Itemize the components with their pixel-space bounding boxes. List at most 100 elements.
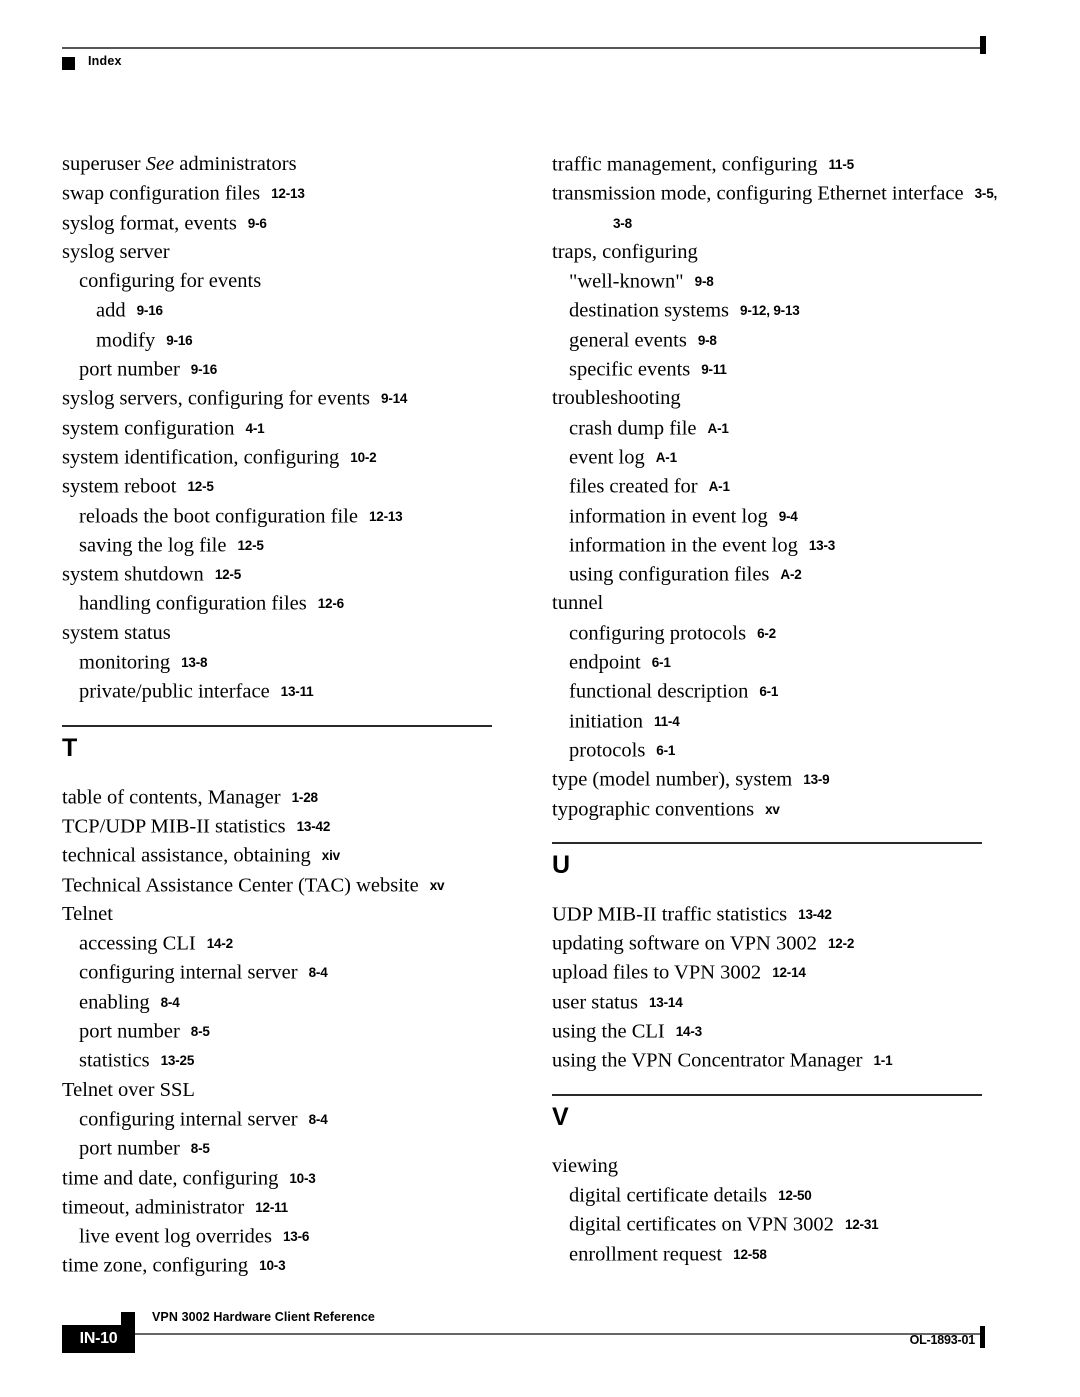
index-entry[interactable]: reloads the boot configuration file 12-13: [62, 502, 494, 531]
index-entry[interactable]: files created for A-1: [552, 472, 984, 501]
index-entry[interactable]: configuring protocols 6-2: [552, 619, 984, 648]
index-entry[interactable]: traffic management, configuring 11-5: [552, 150, 984, 179]
index-entry-page-reference[interactable]: 13-42: [798, 907, 832, 922]
index-entry-page-reference[interactable]: 9-14: [381, 391, 407, 406]
index-entry-page-reference[interactable]: 12-5: [187, 479, 213, 494]
index-entry-page-reference[interactable]: 9-11: [701, 362, 727, 377]
index-entry[interactable]: TCP/UDP MIB-II statistics 13-42: [62, 812, 494, 841]
index-entry[interactable]: using configuration files A-2: [552, 560, 984, 589]
index-entry-page-reference[interactable]: 1-1: [873, 1053, 892, 1068]
index-entry[interactable]: general events 9-8: [552, 326, 984, 355]
index-entry[interactable]: digital certificate details 12-50: [552, 1181, 984, 1210]
index-entry-page-reference[interactable]: 10-2: [350, 450, 376, 465]
index-entry-page-reference[interactable]: 9-16: [166, 333, 192, 348]
index-entry-page-reference[interactable]: 4-1: [246, 421, 265, 436]
index-entry-page-reference[interactable]: A-1: [708, 421, 729, 436]
index-entry-page-reference[interactable]: 13-3: [809, 538, 835, 553]
index-entry-page-reference[interactable]: 9-6: [248, 216, 267, 231]
index-entry-page-reference[interactable]: 12-13: [369, 509, 403, 524]
index-entry[interactable]: saving the log file 12-5: [62, 531, 494, 560]
index-entry-page-reference[interactable]: 9-12, 9-13: [740, 303, 800, 318]
index-entry-page-reference[interactable]: xv: [430, 878, 445, 893]
index-entry-page-reference[interactable]: 12-5: [215, 567, 241, 582]
index-entry-page-reference[interactable]: 11-4: [654, 714, 680, 729]
index-entry-page-reference[interactable]: 12-13: [271, 186, 305, 201]
index-entry[interactable]: timeout, administrator 12-11: [62, 1193, 494, 1222]
index-entry[interactable]: configuring for events: [62, 267, 494, 296]
index-entry[interactable]: syslog format, events 9-6: [62, 209, 494, 238]
index-entry[interactable]: endpoint 6-1: [552, 648, 984, 677]
index-entry[interactable]: technical assistance, obtaining xiv: [62, 841, 494, 870]
index-entry[interactable]: user status 13-14: [552, 988, 984, 1017]
index-entry-page-reference[interactable]: 13-11: [281, 684, 314, 699]
index-entry-page-reference[interactable]: A-1: [709, 479, 730, 494]
index-entry[interactable]: event log A-1: [552, 443, 984, 472]
index-entry-page-reference[interactable]: xv: [765, 802, 780, 817]
index-entry[interactable]: initiation 11-4: [552, 707, 984, 736]
index-entry-page-reference[interactable]: 8-4: [309, 1112, 328, 1127]
index-entry-page-reference[interactable]: 9-16: [191, 362, 217, 377]
index-entry-page-reference[interactable]: 8-4: [161, 995, 180, 1010]
index-entry[interactable]: "well-known" 9-8: [552, 267, 984, 296]
index-entry-page-reference[interactable]: 11-5: [828, 157, 854, 172]
index-entry[interactable]: system shutdown 12-5: [62, 560, 494, 589]
index-entry-page-reference[interactable]: 10-3: [289, 1171, 315, 1186]
index-entry-page-reference[interactable]: 12-2: [828, 936, 854, 951]
index-entry[interactable]: digital certificates on VPN 3002 12-31: [552, 1210, 984, 1239]
index-entry[interactable]: port number 8-5: [62, 1017, 494, 1046]
index-entry-page-reference[interactable]: 12-58: [733, 1247, 767, 1262]
index-entry[interactable]: handling configuration files 12-6: [62, 589, 494, 618]
index-entry-page-reference[interactable]: 8-5: [191, 1141, 210, 1156]
index-entry[interactable]: time zone, configuring 10-3: [62, 1251, 494, 1280]
index-entry[interactable]: syslog server: [62, 238, 494, 267]
index-entry-page-reference[interactable]: 3-8: [613, 216, 632, 231]
index-entry[interactable]: configuring internal server 8-4: [62, 958, 494, 987]
index-entry[interactable]: crash dump file A-1: [552, 414, 984, 443]
index-entry-page-reference[interactable]: 12-14: [772, 965, 806, 980]
index-entry[interactable]: tunnel: [552, 589, 984, 618]
index-entry[interactable]: syslog servers, configuring for events 9-…: [62, 384, 494, 413]
index-entry-page-reference[interactable]: 13-42: [297, 819, 331, 834]
index-entry-page-reference[interactable]: 12-50: [778, 1188, 812, 1203]
index-entry[interactable]: swap configuration files 12-13: [62, 179, 494, 208]
index-entry-page-reference[interactable]: A-2: [780, 567, 801, 582]
index-entry-page-reference[interactable]: xiv: [322, 848, 340, 863]
index-entry[interactable]: 3-8: [552, 209, 984, 238]
index-entry-page-reference[interactable]: A-1: [656, 450, 677, 465]
index-entry-page-reference[interactable]: 13-14: [649, 995, 683, 1010]
index-entry-page-reference[interactable]: 12-11: [255, 1200, 288, 1215]
index-entry[interactable]: private/public interface 13-11: [62, 677, 494, 706]
index-entry[interactable]: viewing: [552, 1152, 984, 1181]
index-entry-page-reference[interactable]: 14-3: [676, 1024, 702, 1039]
index-entry-page-reference[interactable]: 13-8: [181, 655, 207, 670]
index-entry[interactable]: modify 9-16: [62, 326, 494, 355]
index-entry-page-reference[interactable]: 9-8: [695, 274, 714, 289]
index-entry-page-reference[interactable]: 10-3: [259, 1258, 285, 1273]
index-entry[interactable]: using the VPN Concentrator Manager 1-1: [552, 1046, 984, 1075]
index-entry[interactable]: time and date, configuring 10-3: [62, 1164, 494, 1193]
index-entry-page-reference[interactable]: 9-4: [779, 509, 798, 524]
index-entry[interactable]: functional description 6-1: [552, 677, 984, 706]
index-entry-page-reference[interactable]: 6-1: [652, 655, 671, 670]
index-entry[interactable]: information in the event log 13-3: [552, 531, 984, 560]
index-entry-page-reference[interactable]: 9-16: [137, 303, 163, 318]
index-entry-page-reference[interactable]: 8-5: [191, 1024, 210, 1039]
index-entry[interactable]: typographic conventions xv: [552, 795, 984, 824]
index-entry-page-reference[interactable]: 12-31: [845, 1217, 879, 1232]
index-entry-page-reference[interactable]: 14-2: [207, 936, 233, 951]
index-entry-page-reference[interactable]: 12-6: [318, 596, 344, 611]
index-entry-page-reference[interactable]: 3-5,: [975, 186, 998, 201]
index-entry-page-reference[interactable]: 13-25: [161, 1053, 195, 1068]
index-entry-page-reference[interactable]: 1-28: [292, 790, 318, 805]
index-entry-page-reference[interactable]: 6-1: [759, 684, 778, 699]
index-entry[interactable]: upload files to VPN 3002 12-14: [552, 958, 984, 987]
index-entry[interactable]: port number 8-5: [62, 1134, 494, 1163]
index-entry[interactable]: Telnet over SSL: [62, 1076, 494, 1105]
index-entry[interactable]: system status: [62, 619, 494, 648]
index-entry[interactable]: configuring internal server 8-4: [62, 1105, 494, 1134]
index-entry[interactable]: specific events 9-11: [552, 355, 984, 384]
index-entry[interactable]: updating software on VPN 3002 12-2: [552, 929, 984, 958]
index-entry-page-reference[interactable]: 6-2: [757, 626, 776, 641]
index-entry[interactable]: live event log overrides 13-6: [62, 1222, 494, 1251]
index-entry[interactable]: troubleshooting: [552, 384, 984, 413]
